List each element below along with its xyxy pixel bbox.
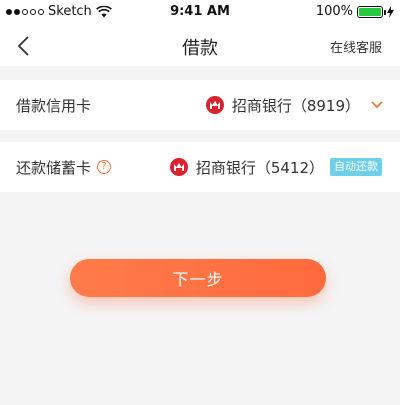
debit-card-label-group: 还款储蓄卡 ? <box>16 157 112 178</box>
debit-card-bank-name: 招商银行（5412） <box>195 158 324 177</box>
cmb-bank-logo-icon <box>169 158 188 176</box>
screen: Sketch 9:41 AM 100% 借款 在线客服 借款信用卡 招商银行（8… <box>0 0 400 405</box>
cmb-bank-logo-icon <box>205 96 224 114</box>
nav-bar: 借款 在线客服 <box>0 26 400 66</box>
next-step-button[interactable]: 下一步 <box>70 259 326 297</box>
debit-card-row[interactable]: 还款储蓄卡 ? 招商银行（5412） 自动还款 <box>0 142 400 192</box>
question-circle-icon[interactable]: ? <box>97 160 112 174</box>
credit-card-bank: 招商银行（8919） <box>205 95 360 116</box>
credit-card-row[interactable]: 借款信用卡 招商银行（8919） <box>0 80 400 130</box>
credit-card-label: 借款信用卡 <box>16 96 92 115</box>
credit-card-bank-name: 招商银行（8919） <box>231 96 360 115</box>
auto-repay-badge: 自动还款 <box>330 158 382 176</box>
status-bar: Sketch 9:41 AM 100% <box>0 0 400 26</box>
battery-percent: 100% <box>315 4 353 19</box>
charging-bolt-icon <box>387 5 394 18</box>
status-right: 100% <box>316 4 394 19</box>
battery-icon <box>357 5 386 18</box>
battery-fill <box>359 7 381 16</box>
debit-card-label: 还款储蓄卡 <box>16 158 92 177</box>
debit-card-bank: 招商银行（5412） <box>169 157 324 178</box>
chevron-down-icon[interactable] <box>370 98 384 112</box>
online-service-button[interactable]: 在线客服 <box>330 37 382 56</box>
